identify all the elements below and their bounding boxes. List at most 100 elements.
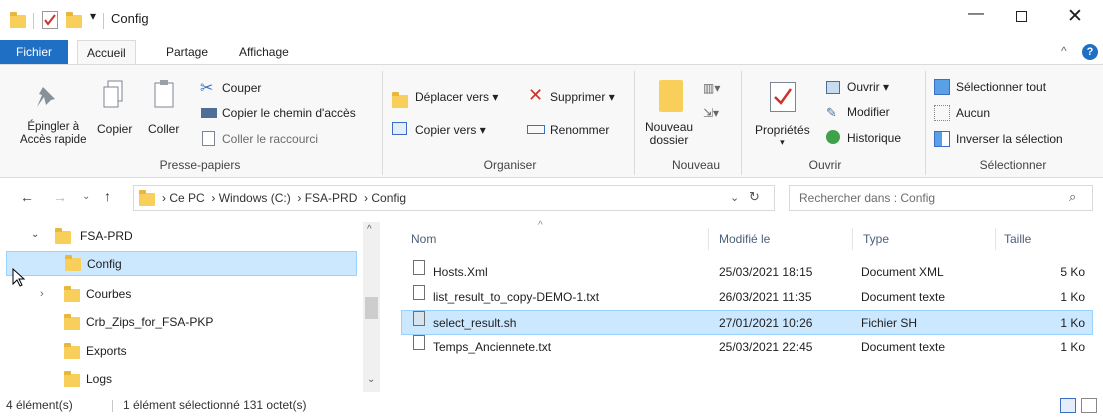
- collapse-ribbon-icon[interactable]: ^: [1061, 44, 1067, 58]
- separator: [995, 228, 996, 250]
- tree-item-exports[interactable]: Exports: [64, 339, 354, 364]
- search-icon: ⌕: [1069, 189, 1077, 204]
- customize-quick-access-icon[interactable]: ▾: [90, 9, 96, 23]
- scroll-down-icon[interactable]: ⌄: [367, 374, 375, 385]
- tab-file[interactable]: Fichier: [0, 40, 68, 64]
- close-button[interactable]: ✕: [1067, 5, 1083, 28]
- text-file-icon: [413, 335, 425, 350]
- tree-label: Courbes: [86, 287, 132, 301]
- tab-home[interactable]: Accueil: [77, 40, 136, 64]
- minimize-button[interactable]: —: [968, 5, 984, 23]
- ribbon: Épingler à Accès rapide Copier Coller ✂ …: [0, 64, 1103, 178]
- scroll-thumb[interactable]: [365, 297, 378, 319]
- select-none-button[interactable]: Aucun: [956, 106, 990, 120]
- cut-button[interactable]: Couper: [222, 81, 261, 95]
- details-view-icon[interactable]: [1060, 398, 1076, 413]
- window-title: Config: [111, 11, 149, 26]
- delete-icon: ✕: [528, 85, 544, 105]
- crumb-windows-c[interactable]: Windows (C:): [219, 191, 291, 205]
- status-selection: 1 élément sélectionné 131 octet(s): [123, 398, 307, 412]
- move-to-button[interactable]: Déplacer vers ▾: [415, 90, 498, 104]
- address-dropdown-icon[interactable]: ⌄: [730, 191, 739, 204]
- edit-button[interactable]: Modifier: [847, 105, 890, 119]
- ribbon-tabs: Fichier Accueil Partage Affichage ^ ?: [0, 40, 1103, 64]
- properties-button[interactable]: Propriétés ▾: [755, 123, 810, 148]
- refresh-icon[interactable]: ↻: [749, 189, 760, 205]
- file-type: Document texte: [861, 290, 946, 304]
- tab-share[interactable]: Partage: [157, 40, 217, 64]
- paste-shortcut-button[interactable]: Coller le raccourci: [222, 132, 318, 146]
- file-row[interactable]: list_result_to_copy-DEMO-1.txt 26/03/202…: [401, 285, 1093, 310]
- tree-item-courbes[interactable]: Courbes: [64, 282, 354, 307]
- copy-button[interactable]: Copier: [97, 122, 132, 136]
- new-folder-button[interactable]: Nouveau dossier: [645, 121, 693, 147]
- new-folder-label-2: dossier: [649, 133, 689, 147]
- open-group-label: Ouvrir: [808, 158, 842, 172]
- column-size[interactable]: Taille: [1004, 228, 1031, 250]
- copy-to-button[interactable]: Copier vers ▾: [415, 123, 486, 137]
- invert-selection-icon: [934, 131, 950, 147]
- move-to-icon: [392, 92, 408, 108]
- paste-button[interactable]: Coller: [148, 122, 179, 136]
- scroll-up-icon[interactable]: ^: [367, 224, 372, 235]
- file-row[interactable]: Hosts.Xml 25/03/2021 18:15 Document XML …: [401, 260, 1093, 285]
- tree-item-fsa-prd[interactable]: FSA-PRD: [55, 224, 355, 249]
- column-type[interactable]: Type: [863, 228, 889, 250]
- copy-path-button[interactable]: Copier le chemin d'accès: [222, 106, 356, 120]
- pin-label-2: Accès rapide: [20, 134, 87, 146]
- sort-indicator-icon: ^: [538, 220, 543, 231]
- pin-icon: [33, 83, 61, 114]
- tree-item-crb-zips[interactable]: Crb_Zips_for_FSA-PKP: [64, 310, 354, 335]
- crumb-config[interactable]: Config: [371, 191, 406, 205]
- column-modified[interactable]: Modifié le: [719, 228, 770, 250]
- file-name: select_result.sh: [433, 316, 517, 330]
- expand-icon[interactable]: ⌄: [31, 229, 39, 240]
- crumb-this-pc[interactable]: Ce PC: [169, 191, 204, 205]
- new-item-icon[interactable]: ▥▾: [703, 81, 720, 95]
- search-box[interactable]: Rechercher dans : Config ⌕: [789, 185, 1093, 211]
- large-icons-view-icon[interactable]: [1081, 398, 1097, 413]
- copy-to-label: Copier vers: [415, 123, 477, 137]
- tree-label: Crb_Zips_for_FSA-PKP: [86, 315, 214, 329]
- rename-button[interactable]: Renommer: [550, 123, 609, 137]
- help-icon[interactable]: ?: [1082, 44, 1098, 60]
- breadcrumb: › Ce PC › Windows (C:) › FSA-PRD › Confi…: [162, 191, 407, 205]
- crumb-fsa-prd[interactable]: FSA-PRD: [305, 191, 358, 205]
- column-name[interactable]: Nom: [411, 228, 436, 250]
- pin-label-1: Épingler à: [27, 121, 80, 133]
- paste-shortcut-icon: [202, 131, 215, 146]
- tree-label: Exports: [86, 344, 127, 358]
- folder-icon: [64, 371, 80, 387]
- maximize-button[interactable]: [1016, 11, 1027, 22]
- easy-access-icon[interactable]: ⇲▾: [703, 106, 719, 120]
- pin-quick-access-button[interactable]: Épingler à Accès rapide: [20, 121, 86, 147]
- separator: [708, 228, 709, 250]
- nav-scrollbar[interactable]: ^ ⌄: [363, 222, 380, 392]
- file-row[interactable]: Temps_Anciennete.txt 25/03/2021 22:45 Do…: [401, 335, 1093, 360]
- properties-icon: [770, 82, 796, 112]
- file-size: 1 Ko: [1060, 316, 1085, 330]
- up-button[interactable]: ↑: [104, 188, 111, 204]
- properties-quick-icon[interactable]: [42, 11, 58, 29]
- address-bar[interactable]: › Ce PC › Windows (C:) › FSA-PRD › Confi…: [133, 185, 775, 211]
- delete-button[interactable]: Supprimer ▾: [550, 90, 615, 104]
- file-row-selected[interactable]: select_result.sh 27/01/2021 10:26 Fichie…: [401, 310, 1093, 335]
- open-button[interactable]: Ouvrir ▾: [847, 80, 889, 94]
- tab-view[interactable]: Affichage: [230, 40, 298, 64]
- new-folder-quick-icon[interactable]: [66, 12, 82, 28]
- tree-label: Config: [87, 257, 122, 271]
- scissors-icon: ✂: [200, 80, 214, 97]
- invert-selection-button[interactable]: Inverser la sélection: [956, 132, 1063, 146]
- recent-locations-button[interactable]: ⌄: [82, 191, 90, 202]
- separator: [852, 228, 853, 250]
- history-button[interactable]: Historique: [847, 131, 901, 145]
- back-button[interactable]: ←: [20, 189, 34, 205]
- select-all-button[interactable]: Sélectionner tout: [956, 80, 1046, 94]
- forward-button[interactable]: →: [53, 189, 67, 205]
- separator: [741, 71, 742, 175]
- tree-item-logs[interactable]: Logs: [64, 367, 354, 392]
- expand-icon[interactable]: ›: [40, 288, 44, 300]
- tree-item-config[interactable]: Config: [6, 251, 357, 276]
- copy-icon: [102, 79, 124, 109]
- select-group-label: Sélectionner: [979, 158, 1047, 172]
